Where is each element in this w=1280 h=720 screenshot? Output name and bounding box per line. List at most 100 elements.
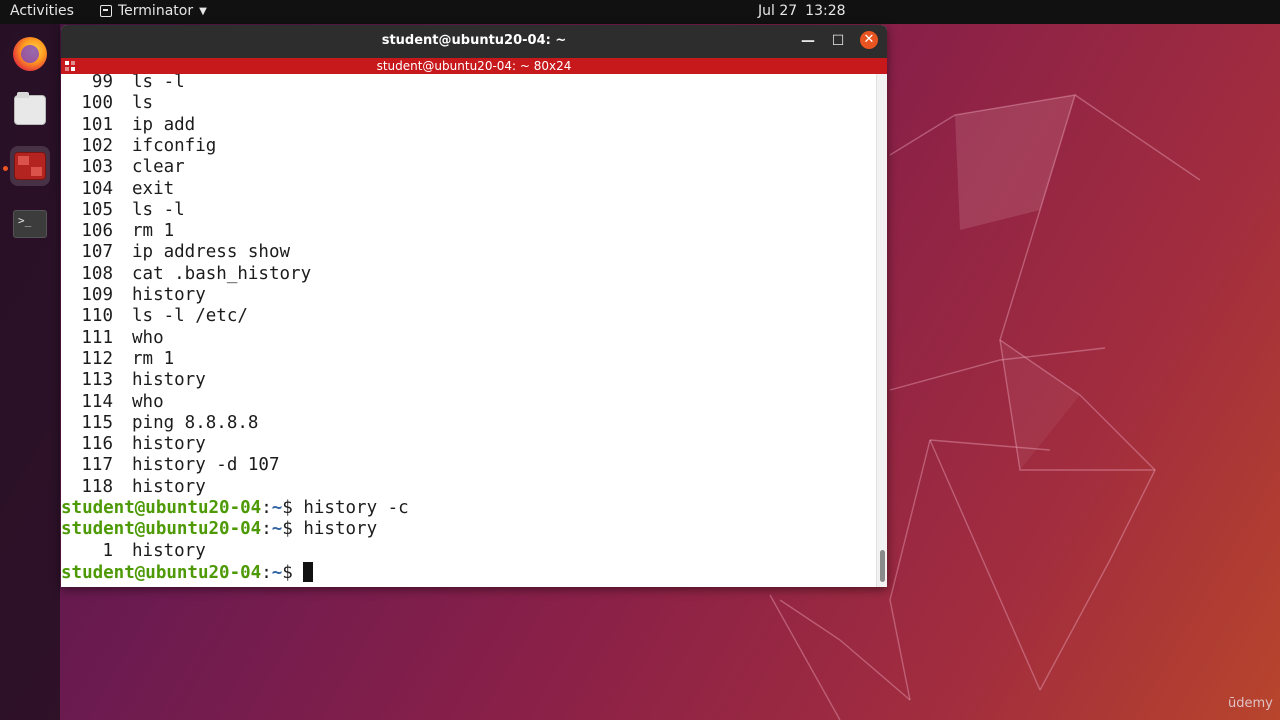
minimize-button[interactable]: — — [797, 31, 819, 51]
history-command: ls -l /etc/ — [132, 306, 248, 327]
caret-down-icon: ▼ — [199, 5, 207, 17]
app-menu[interactable]: Terminator ▼ — [100, 3, 207, 19]
history-line: 118 history — [61, 477, 876, 498]
dock: >_ — [0, 24, 60, 720]
prompt-line: student@ubuntu20-04:~$ history — [61, 519, 876, 540]
firefox-icon — [13, 37, 47, 71]
prompt-user: student@ubuntu20-04 — [61, 498, 262, 518]
history-line: 114 who — [61, 392, 876, 413]
prompt-user: student@ubuntu20-04 — [61, 519, 262, 540]
history-line: 107 ip address show — [61, 242, 876, 263]
history-command: who — [132, 327, 164, 348]
prompt-sep: : — [261, 519, 272, 540]
terminal-scrollbar[interactable] — [876, 74, 887, 587]
history-command: rm 1 — [132, 221, 175, 242]
history-command: ifconfig — [132, 135, 217, 156]
app-menu-label: Terminator — [118, 3, 194, 19]
history-number: 116 — [81, 434, 113, 455]
history-line: 101 ip add — [61, 115, 876, 136]
prompt-symbol: $ — [282, 498, 304, 518]
clock-date: Jul 27 — [758, 3, 798, 19]
history-command: ls — [132, 93, 154, 114]
history-line: 108 cat .bash_history — [61, 264, 876, 285]
history-command: ls -l — [132, 199, 185, 220]
history-number: 99 — [91, 74, 113, 92]
history-command: history — [132, 370, 206, 391]
history-number: 112 — [81, 348, 113, 369]
history-number: 106 — [81, 221, 113, 242]
maximize-button[interactable]: ☐ — [827, 31, 849, 51]
scrollbar-thumb[interactable] — [880, 550, 885, 582]
terminal-window: student@ubuntu20-04: ~ — ☐ ✕ student@ubu… — [61, 25, 887, 587]
history-line: 104 exit — [61, 179, 876, 200]
history-number: 104 — [81, 178, 113, 199]
active-indicator — [3, 166, 8, 171]
terminal-content[interactable]: 99 ls -l 100 ls 101 ip add 102 ifconfig 103 clear… — [61, 74, 876, 587]
window-titlebar[interactable]: student@ubuntu20-04: ~ — ☐ ✕ — [61, 25, 887, 58]
history-command: ip address show — [132, 242, 291, 263]
clock-time: 13:28 — [805, 3, 846, 19]
history-command: history — [132, 434, 206, 455]
prompt-symbol: $ — [282, 519, 304, 540]
history-command: ip add — [132, 114, 196, 135]
terminal-tab-title: student@ubuntu20-04: ~ 80x24 — [376, 59, 572, 73]
terminal-tab-bar: student@ubuntu20-04: ~ 80x24 — [61, 58, 887, 74]
history-number: 103 — [81, 157, 113, 178]
output-line: 1 history — [61, 541, 876, 562]
history-number: 114 — [81, 391, 113, 412]
history-command: clear — [132, 157, 185, 178]
history-number: 108 — [81, 263, 113, 284]
dock-item-files[interactable] — [10, 90, 50, 130]
history-command: history — [132, 285, 206, 305]
dock-item-firefox[interactable] — [10, 34, 50, 74]
terminator-icon — [14, 152, 46, 180]
history-command: ls -l — [132, 74, 185, 92]
prompt-sep: : — [261, 562, 272, 583]
prompt-path: ~ — [271, 519, 283, 540]
history-number: 102 — [81, 135, 113, 156]
history-command: rm 1 — [132, 348, 175, 369]
command-text: history — [303, 519, 378, 540]
prompt-line: student@ubuntu20-04:~$ history -c — [61, 498, 876, 519]
history-number: 111 — [81, 327, 113, 348]
history-line: 111 who — [61, 328, 876, 349]
prompt-user: student@ubuntu20-04 — [61, 562, 262, 583]
history-command: history -d 107 — [132, 455, 280, 476]
history-number: 118 — [81, 476, 113, 497]
dock-item-terminator[interactable] — [10, 146, 50, 186]
history-command: cat .bash_history — [132, 263, 312, 284]
history-command: ping 8.8.8.8 — [132, 412, 259, 433]
history-line: 110 ls -l /etc/ — [61, 306, 876, 327]
history-line: 112 rm 1 — [61, 349, 876, 370]
history-line: 109 history — [61, 285, 876, 306]
terminal-icon: >_ — [13, 210, 47, 238]
command-text: history -c — [303, 498, 409, 518]
history-number: 101 — [81, 114, 113, 135]
clock[interactable]: Jul 27 13:28 — [758, 3, 846, 19]
history-number: 105 — [81, 199, 113, 220]
prompt-line: student@ubuntu20-04:~$ — [61, 561, 876, 583]
history-line: 115 ping 8.8.8.8 — [61, 413, 876, 434]
files-icon — [14, 92, 46, 125]
prompt-sep: : — [261, 498, 272, 518]
history-number: 110 — [81, 306, 113, 327]
history-line: 99 ls -l — [61, 74, 876, 93]
history-number: 115 — [81, 412, 113, 433]
history-line: 102 ifconfig — [61, 136, 876, 157]
history-command: exit — [132, 178, 175, 199]
history-command: history — [132, 476, 206, 497]
activities-button[interactable]: Activities — [10, 3, 74, 19]
prompt-path: ~ — [271, 498, 283, 518]
history-line: 105 ls -l — [61, 200, 876, 221]
prompt-path: ~ — [271, 562, 283, 583]
history-line: 113 history — [61, 370, 876, 391]
history-line: 103 clear — [61, 157, 876, 178]
history-line: 116 history — [61, 434, 876, 455]
history-command: who — [132, 391, 164, 412]
close-button[interactable]: ✕ — [860, 31, 878, 49]
udemy-watermark: ūdemy — [1228, 696, 1273, 711]
history-line: 106 rm 1 — [61, 221, 876, 242]
dock-item-terminal[interactable]: >_ — [10, 204, 50, 244]
history-number: 107 — [81, 242, 113, 263]
history-number: 100 — [81, 93, 113, 114]
